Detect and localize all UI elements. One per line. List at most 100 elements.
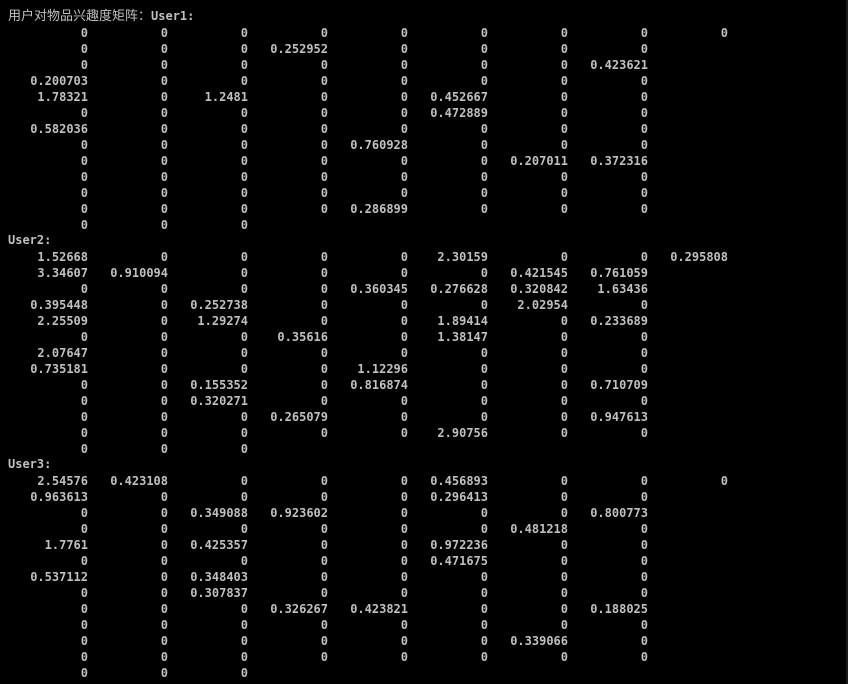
matrix-cell: 0 — [160, 58, 168, 72]
matrix-cell: 0 — [560, 74, 568, 88]
matrix-cell: 0 — [240, 410, 248, 424]
matrix-cell: 0.276628 — [430, 282, 488, 296]
matrix-cell: 0 — [80, 394, 88, 408]
matrix-cell: 0.963613 — [30, 490, 88, 504]
matrix-cell: 0 — [480, 506, 488, 520]
matrix-cell: 0 — [80, 442, 88, 456]
matrix-cell: 0.423621 — [590, 58, 648, 72]
matrix-cell: 0 — [240, 362, 248, 376]
matrix-cell: 0 — [240, 330, 248, 344]
matrix-cell: 0 — [400, 426, 408, 440]
matrix-cell: 0 — [240, 426, 248, 440]
matrix-cell: 0 — [400, 346, 408, 360]
matrix-row: 0 0 0 — [0, 665, 848, 681]
matrix-cell: 0 — [240, 74, 248, 88]
matrix-cell: 0 — [480, 26, 488, 40]
matrix-cell: 0 — [560, 490, 568, 504]
matrix-cell: 0 — [160, 346, 168, 360]
matrix-cell: 0 — [160, 362, 168, 376]
matrix-cell: 0 — [160, 650, 168, 664]
matrix-cell: 0 — [400, 122, 408, 136]
matrix-cell: 0 — [640, 42, 648, 56]
matrix-cell: 2.02954 — [517, 298, 568, 312]
matrix-cell: 0 — [640, 554, 648, 568]
matrix-cell: 0.252738 — [190, 298, 248, 312]
matrix-cell: 0.537112 — [30, 570, 88, 584]
matrix-cell: 0 — [400, 74, 408, 88]
matrix-cell: 0 — [640, 426, 648, 440]
matrix-cell: 0 — [560, 202, 568, 216]
matrix-cell: 0 — [160, 522, 168, 536]
matrix-cell: 0 — [560, 602, 568, 616]
matrix-cell: 0 — [160, 554, 168, 568]
matrix-cell: 1.38147 — [437, 330, 488, 344]
matrix-cell: 0 — [320, 634, 328, 648]
matrix-cell: 0.207011 — [510, 154, 568, 168]
matrix-cell: 0 — [640, 490, 648, 504]
matrix-cell: 0 — [640, 586, 648, 600]
matrix-row: 0 0 0 0 0 0 0 0 — [0, 185, 848, 201]
matrix-cell: 0 — [240, 186, 248, 200]
matrix-cell: 0 — [80, 650, 88, 664]
matrix-cell: 0 — [240, 346, 248, 360]
matrix-cell: 0 — [480, 186, 488, 200]
matrix-cell: 0.800773 — [590, 506, 648, 520]
matrix-cell: 0 — [400, 330, 408, 344]
matrix-cell: 0.155352 — [190, 378, 248, 392]
matrix-cell: 0 — [320, 346, 328, 360]
matrix-cell: 0 — [240, 474, 248, 488]
matrix-cell: 0 — [560, 122, 568, 136]
matrix-cell: 0 — [160, 314, 168, 328]
matrix-cell: 0 — [160, 26, 168, 40]
matrix-cell: 0 — [400, 186, 408, 200]
matrix-row: 0.735181 0 0 0 1.12296 0 0 0 — [0, 361, 848, 377]
matrix-row: 0 0 0 0 0.360345 0.276628 0.320842 1.63436 — [0, 281, 848, 297]
matrix-cell: 0 — [640, 138, 648, 152]
matrix-row: 0 0 0 0 0 0 0 0.423621 — [0, 57, 848, 73]
matrix-cell: 0.35616 — [277, 330, 328, 344]
matrix-cell: 0 — [400, 586, 408, 600]
matrix-cell: 0 — [560, 506, 568, 520]
matrix-cell: 0.471675 — [430, 554, 488, 568]
matrix-cell: 0 — [240, 634, 248, 648]
matrix-cell: 0 — [160, 298, 168, 312]
matrix-cell: 0 — [160, 90, 168, 104]
matrix-row: 0 0 0.349088 0.923602 0 0 0 0.800773 — [0, 505, 848, 521]
matrix-cell: 1.89414 — [437, 314, 488, 328]
matrix-cell: 0 — [640, 394, 648, 408]
matrix-cell: 0 — [320, 394, 328, 408]
matrix-cell: 0 — [560, 26, 568, 40]
matrix-cell: 0.307837 — [190, 586, 248, 600]
matrix-row: 0 0 0 0 0 2.90756 0 0 — [0, 425, 848, 441]
matrix-cell: 0 — [320, 474, 328, 488]
matrix-row: 0 0 0 — [0, 217, 848, 233]
matrix-cell: 0 — [240, 522, 248, 536]
matrix-cell: 0.233689 — [590, 314, 648, 328]
matrix-cell: 0 — [560, 346, 568, 360]
console-output: 用户对物品兴趣度矩阵：User1: 0 0 0 0 0 0 0 0 0 0 0 0 0.252952 0 0 0… — [0, 0, 848, 684]
matrix-cell: 0 — [640, 618, 648, 632]
user-label: User2: — [8, 232, 51, 248]
matrix-cell: 0 — [640, 74, 648, 88]
matrix-cell: 0 — [80, 58, 88, 72]
matrix-row: 0 0 0 0.326267 0.423821 0 0 0.188025 — [0, 601, 848, 617]
matrix-cell: 0.972236 — [430, 538, 488, 552]
matrix-cell: 0 — [640, 362, 648, 376]
matrix-row: 1.52668 0 0 0 0 2.30159 0 0 0.295808 — [0, 249, 848, 265]
matrix-cell: 0 — [320, 138, 328, 152]
matrix-row: 0 0 0 0.265079 0 0 0 0.947613 — [0, 409, 848, 425]
matrix-cell: 0 — [400, 250, 408, 264]
matrix-row: 0.582036 0 0 0 0 0 0 0 — [0, 121, 848, 137]
console-heading-line: User2: — [0, 232, 848, 248]
matrix-cell: 0.816874 — [350, 378, 408, 392]
matrix-cell: 0.320271 — [190, 394, 248, 408]
matrix-cell: 0.423108 — [110, 474, 168, 488]
matrix-row: 0 0 0 0 0 0 0 0 0 — [0, 25, 848, 41]
matrix-cell: 0 — [400, 618, 408, 632]
matrix-cell: 0 — [640, 250, 648, 264]
matrix-cell: 0 — [400, 266, 408, 280]
matrix-cell: 0 — [560, 170, 568, 184]
matrix-cell: 0 — [480, 602, 488, 616]
matrix-cell: 0 — [400, 570, 408, 584]
matrix-cell: 0 — [640, 186, 648, 200]
